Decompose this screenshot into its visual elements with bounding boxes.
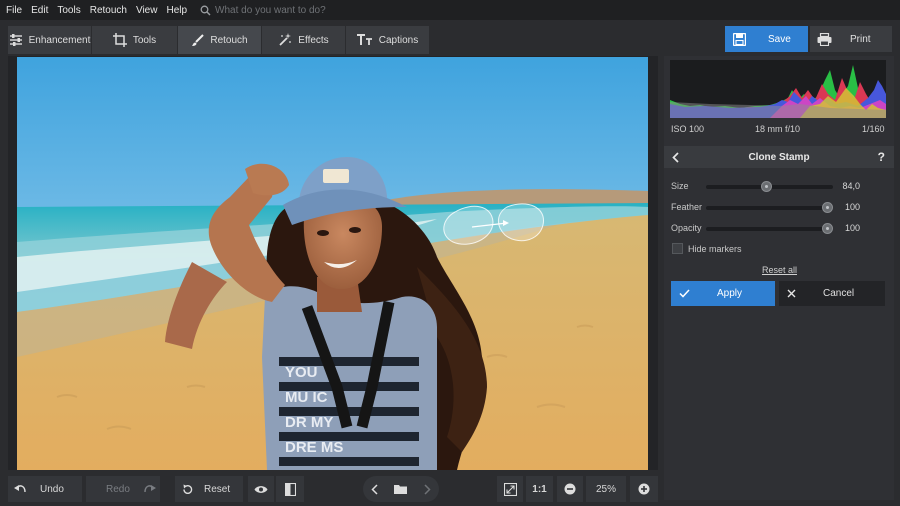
tab-effects[interactable]: Effects (262, 26, 346, 54)
redo-icon (144, 485, 156, 493)
zoom-out-icon (564, 483, 576, 495)
reset-all-link[interactable]: Reset all (762, 265, 797, 275)
zoom-level[interactable]: 25% (586, 476, 626, 502)
print-label: Print (850, 33, 871, 45)
undo-icon (14, 485, 26, 493)
hide-markers-checkbox[interactable] (672, 243, 683, 254)
clone-stamp-title: Clone Stamp (748, 151, 810, 163)
feather-label: Feather (671, 202, 703, 212)
printer-icon (817, 32, 832, 46)
menu-tools[interactable]: Tools (57, 5, 80, 16)
apply-label: Apply (717, 288, 743, 299)
undo-button[interactable]: Undo (8, 476, 82, 502)
opacity-value: 100 (844, 223, 860, 233)
feather-value: 100 (844, 202, 860, 212)
save-button[interactable]: Save (725, 26, 808, 52)
help-icon[interactable]: ? (878, 150, 885, 164)
eye-icon (254, 485, 268, 493)
svg-text:MU IC: MU IC (285, 389, 328, 406)
chevron-left-icon[interactable] (371, 483, 378, 495)
cancel-button[interactable]: Cancel (779, 281, 885, 306)
zoom-in-button[interactable] (630, 476, 658, 502)
zoom-in-icon (638, 483, 650, 495)
svg-text:DR MY: DR MY (285, 414, 333, 431)
folder-icon[interactable] (394, 484, 408, 494)
reset-label: Reset (204, 483, 231, 495)
menu-bar: File Edit Tools Retouch View Help (0, 0, 900, 20)
sliders-icon (9, 34, 22, 46)
actual-size-button[interactable]: 1:1 (526, 476, 553, 502)
tab-retouch[interactable]: Retouch (178, 26, 262, 54)
tab-captions-label: Captions (378, 34, 419, 46)
search-box[interactable] (200, 4, 416, 16)
compare-icon (284, 482, 296, 496)
size-slider[interactable] (706, 181, 833, 192)
tab-retouch-label: Retouch (210, 34, 248, 46)
size-slider-knob[interactable] (760, 181, 772, 192)
crop-icon (112, 33, 127, 47)
compare-button[interactable] (276, 476, 304, 502)
file-navigation (363, 476, 439, 502)
tab-effects-label: Effects (298, 34, 329, 46)
redo-label: Redo (106, 483, 130, 495)
svg-text:YOU: YOU (285, 364, 318, 381)
search-input[interactable] (215, 4, 416, 16)
fit-to-screen-button[interactable] (497, 476, 523, 502)
exif-lens: 18 mm f/10 (755, 124, 801, 134)
save-label: Save (768, 33, 791, 45)
opacity-slider[interactable] (706, 223, 833, 234)
menu-file[interactable]: File (6, 5, 22, 16)
mode-tabs: Enhancement Tools Retouch Effects Captio… (8, 26, 430, 54)
svg-text:DRE MS: DRE MS (285, 439, 343, 456)
menu-retouch[interactable]: Retouch (90, 5, 127, 16)
cancel-label: Cancel (823, 288, 855, 299)
tab-enhancement-label: Enhancement (28, 34, 91, 46)
actual-size-label: 1:1 (532, 483, 547, 495)
tab-captions[interactable]: Captions (346, 26, 430, 54)
exif-iso: ISO 100 (671, 124, 705, 134)
histogram (670, 60, 886, 118)
size-value: 84,0 (842, 181, 860, 191)
reset-icon (183, 484, 193, 494)
right-panel: ISO 100 18 mm f/10 1/160 Clone Stamp ? S… (664, 56, 894, 500)
floppy-disk-icon (733, 32, 746, 46)
checkmark-icon (679, 289, 690, 298)
search-icon (200, 5, 211, 15)
feather-slider[interactable] (706, 202, 833, 213)
hide-markers-label: Hide markers (688, 244, 742, 254)
preview-toggle-button[interactable] (248, 476, 274, 502)
image-canvas[interactable]: YOU MU IC DR MY DRE MS (8, 56, 658, 470)
zoom-level-value: 25% (595, 483, 616, 495)
print-button[interactable]: Print (810, 26, 892, 52)
tab-tools[interactable]: Tools (92, 26, 178, 54)
fit-screen-icon (503, 482, 517, 496)
undo-label: Undo (40, 483, 64, 495)
menu-view[interactable]: View (136, 5, 158, 16)
apply-button[interactable]: Apply (671, 281, 775, 306)
bottom-toolbar: Undo Redo Reset 1:1 25% (0, 472, 660, 506)
tab-tools-label: Tools (132, 34, 157, 46)
tab-enhancement[interactable]: Enhancement (8, 26, 92, 54)
back-chevron-icon[interactable] (672, 152, 679, 163)
close-icon (787, 289, 796, 298)
clone-stamp-header: Clone Stamp ? (664, 146, 894, 168)
menu-help[interactable]: Help (166, 5, 187, 16)
size-label: Size (671, 181, 689, 191)
text-icon (356, 34, 372, 45)
opacity-label: Opacity (671, 223, 702, 233)
photo[interactable]: YOU MU IC DR MY DRE MS (17, 57, 648, 470)
chevron-right-icon[interactable] (424, 483, 431, 495)
exif-shutter: 1/160 (862, 124, 885, 134)
zoom-out-button[interactable] (557, 476, 583, 502)
brush-icon (192, 33, 205, 46)
redo-button[interactable]: Redo (86, 476, 160, 502)
magic-wand-icon (279, 33, 292, 46)
reset-button[interactable]: Reset (175, 476, 243, 502)
menu-edit[interactable]: Edit (31, 5, 48, 16)
beach-portrait-image: YOU MU IC DR MY DRE MS (17, 57, 648, 470)
